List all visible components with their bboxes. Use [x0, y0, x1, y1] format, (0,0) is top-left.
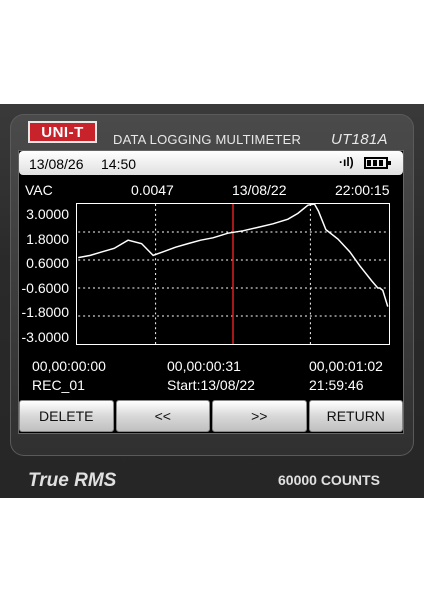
- return-button[interactable]: RETURN: [308, 400, 403, 432]
- model-name: UT181A: [331, 131, 388, 148]
- battery-icon: [364, 157, 391, 169]
- brand-logo: UNI-T: [28, 121, 97, 143]
- y-tick-label: 0.6000: [26, 255, 69, 271]
- y-tick-label: 1.8000: [26, 231, 69, 247]
- status-date: 13/08/26: [29, 156, 84, 172]
- cursor-date: 13/08/22: [232, 182, 287, 198]
- record-start-time: 21:59:46: [309, 377, 364, 393]
- next-button[interactable]: >>: [212, 400, 307, 432]
- device-title: DATA LOGGING MULTIMETER: [113, 132, 302, 147]
- softkey-bar: DELETE << >> RETURN: [19, 400, 403, 432]
- x-label-end: 00,00:01:02: [309, 358, 383, 374]
- counts-label: 60000 COUNTS: [278, 472, 380, 488]
- delete-button[interactable]: DELETE: [19, 400, 114, 432]
- measure-mode: VAC: [25, 182, 53, 198]
- cursor-time: 22:00:15: [335, 182, 390, 198]
- x-label-middle: 00,00:00:31: [167, 358, 241, 374]
- y-tick-label: -0.6000: [21, 280, 69, 296]
- trend-plot: [76, 203, 390, 345]
- status-time: 14:50: [101, 156, 137, 172]
- previous-button[interactable]: <<: [115, 400, 210, 432]
- signal-icon: ·ıl): [339, 155, 354, 169]
- y-tick-label: -1.8000: [21, 304, 69, 320]
- true-rms-label: True RMS: [28, 470, 117, 491]
- y-tick-label: -3.0000: [21, 329, 69, 345]
- y-tick-label: 3.0000: [26, 206, 69, 222]
- status-bar: 13/08/26 14:50 ·ıl): [19, 151, 403, 175]
- cursor-value: 0.0047: [131, 182, 174, 198]
- x-label-start: 00,00:00:00: [32, 358, 106, 374]
- record-name: REC_01: [32, 377, 85, 393]
- record-start: Start:13/08/22: [167, 377, 255, 393]
